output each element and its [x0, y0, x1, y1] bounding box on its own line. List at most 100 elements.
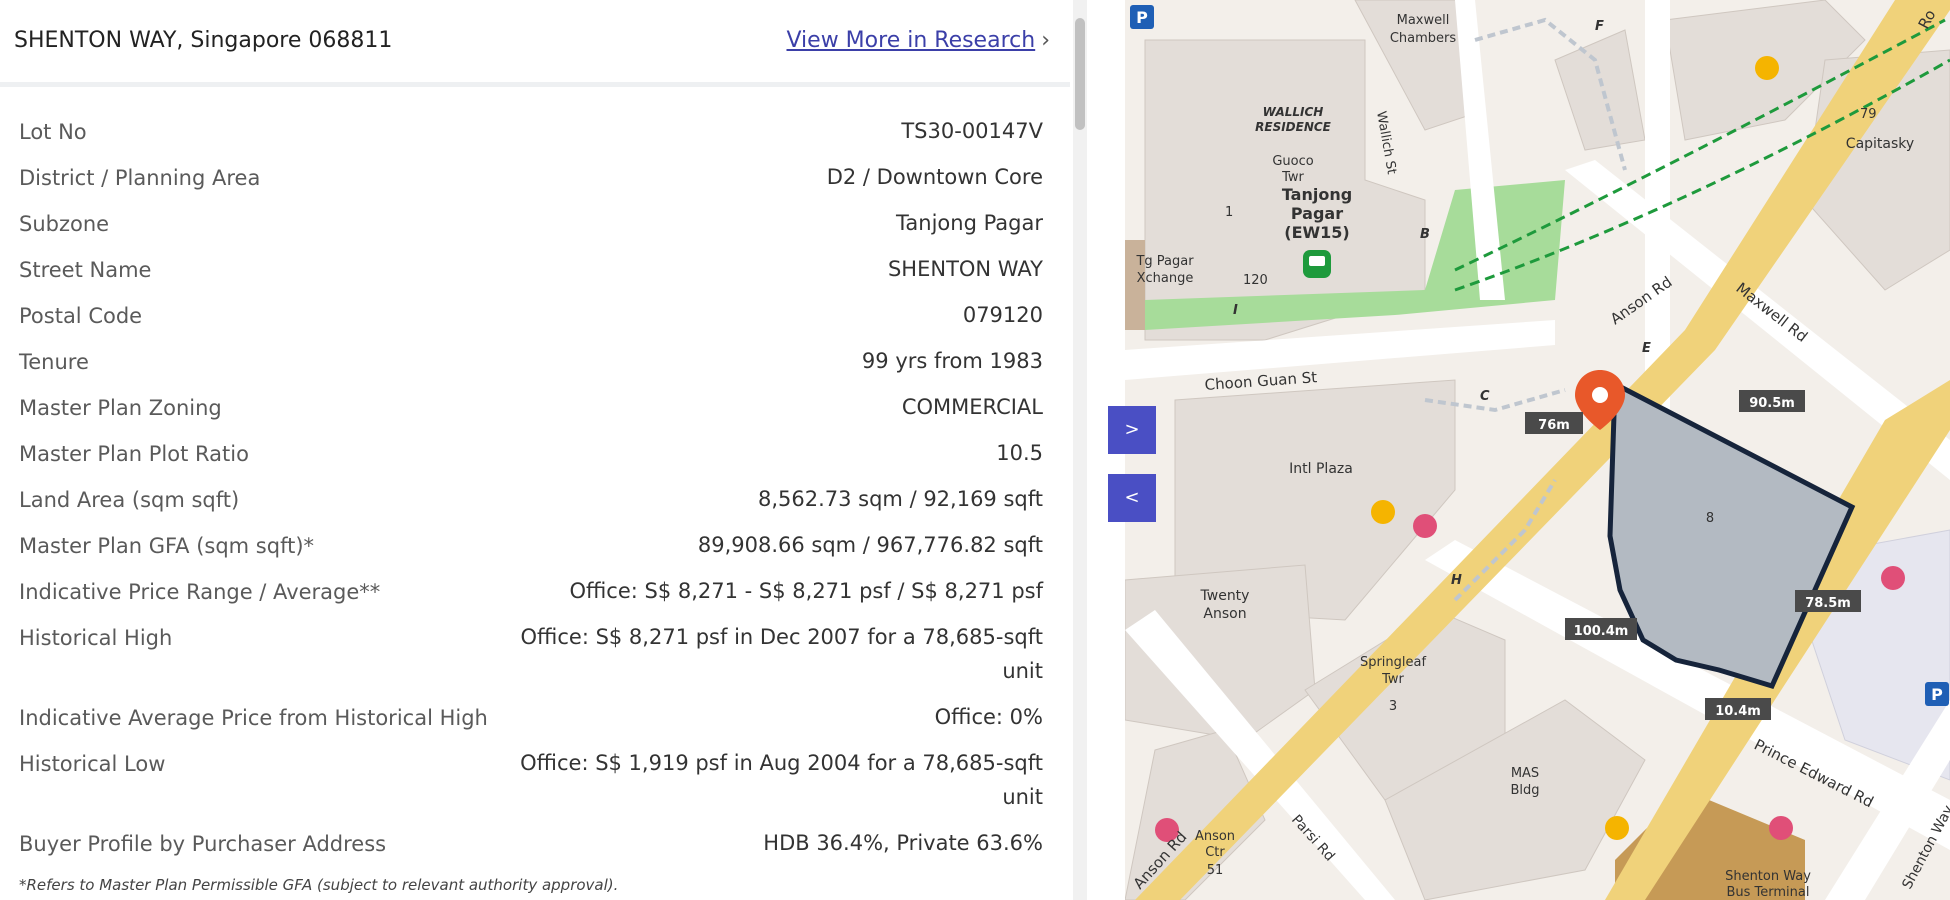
map-label-anson-ctr: Anson [1195, 829, 1235, 844]
view-more-label: View More in Research [786, 28, 1036, 53]
map-label-tanjong-pagar: Tanjong [1282, 185, 1352, 204]
measurement-badge: 10.4m [1705, 698, 1771, 720]
map-canvas: P P 76m 90.5m 78.5m 100.4m 10.4m Maxwell… [1125, 0, 1950, 900]
map-label-number: 120 [1243, 273, 1268, 288]
map-label-bus-terminal: Shenton Way [1725, 869, 1811, 884]
parking-label: P [1136, 8, 1148, 27]
map-label-exit: F [1595, 19, 1604, 34]
view-more-link[interactable]: View More in Research › [786, 28, 1050, 53]
measurement-label: 100.4m [1574, 624, 1629, 639]
detail-value: D2 / Downtown Core [826, 165, 1043, 189]
map-label-twenty-anson: Anson [1203, 606, 1246, 622]
panel-header: SHENTON WAY, Singapore 068811 View More … [0, 0, 1070, 87]
detail-label: Buyer Profile by Purchaser Address [19, 832, 387, 856]
measurement-badge: 76m [1525, 412, 1583, 434]
map-label-maxwell-chambers: Maxwell [1397, 13, 1450, 28]
map-label-exit: I [1233, 303, 1238, 318]
map-label-bus-terminal: Bus Terminal [1726, 885, 1809, 900]
detail-value: Tanjong Pagar [896, 211, 1043, 235]
measurement-badge: 78.5m [1795, 590, 1861, 612]
detail-value-continued: unit [1002, 659, 1043, 683]
measurement-label: 10.4m [1715, 704, 1761, 719]
bus-stop-icon [1413, 514, 1437, 538]
detail-label: Subzone [19, 212, 110, 236]
expand-panel-button[interactable]: > [1108, 406, 1156, 454]
map-label-exit: B [1420, 227, 1430, 242]
parking-icon: P [1130, 5, 1154, 29]
detail-label: Indicative Price Range / Average** [19, 580, 381, 604]
map-label-number: 1 [1225, 205, 1233, 220]
detail-label: Master Plan Plot Ratio [19, 442, 249, 466]
map-label-springleaf: Twr [1381, 672, 1404, 687]
map-label-anson-ctr: Ctr [1205, 845, 1225, 860]
map-label-wallich: RESIDENCE [1255, 120, 1332, 134]
map-label-number: 51 [1207, 863, 1224, 878]
map-label-springleaf: Springleaf [1360, 655, 1427, 670]
detail-label: Land Area (sqm sqft) [19, 488, 240, 512]
measurement-label: 78.5m [1805, 596, 1851, 611]
detail-value: HDB 36.4%, Private 63.6% [763, 831, 1043, 855]
map-label-mas: MAS [1511, 766, 1539, 781]
map-label-tanjong-pagar: (EW15) [1284, 223, 1349, 242]
map-label-tg-pagar-xchange: Xchange [1137, 271, 1194, 286]
map-label-exit: H [1451, 573, 1462, 588]
map-label-guoco: Guoco [1272, 154, 1313, 169]
scrollbar[interactable] [1073, 0, 1087, 900]
measurement-label: 76m [1538, 418, 1570, 433]
map-label-maxwell-chambers: Chambers [1390, 31, 1457, 46]
map-label-guoco: Twr [1281, 170, 1304, 185]
mrt-station-icon [1303, 250, 1331, 278]
detail-label: Master Plan Zoning [19, 396, 222, 420]
detail-label: Historical Low [19, 752, 166, 776]
map-label-intl-plaza: Intl Plaza [1289, 461, 1353, 477]
detail-label: Historical High [19, 626, 173, 650]
detail-value: Office: S$ 8,271 psf in Dec 2007 for a 7… [520, 625, 1043, 649]
parking-label: P [1931, 685, 1943, 704]
map-label-exit: C [1480, 389, 1490, 404]
map-label-exit: E [1642, 341, 1651, 356]
taxi-icon [1755, 56, 1779, 80]
map-label-plot-number: 8 [1706, 511, 1714, 526]
map-label-number: 3 [1389, 699, 1397, 714]
bus-stop-icon [1881, 566, 1905, 590]
measurement-label: 90.5m [1749, 396, 1795, 411]
map-label-tanjong-pagar: Pagar [1291, 204, 1343, 223]
detail-value: 10.5 [996, 441, 1043, 465]
taxi-icon [1371, 500, 1395, 524]
detail-value: 99 yrs from 1983 [861, 349, 1043, 373]
detail-value: Office: S$ 1,919 psf in Aug 2004 for a 7… [520, 751, 1043, 775]
details-panel: SHENTON WAY, Singapore 068811 View More … [0, 0, 1073, 900]
detail-value-continued: unit [1002, 785, 1043, 809]
detail-label: District / Planning Area [19, 166, 261, 190]
detail-value: Office: 0% [934, 705, 1043, 729]
detail-label: Lot No [19, 120, 87, 144]
map-label-capitasky: Capitasky [1846, 136, 1914, 152]
map-label-twenty-anson: Twenty [1200, 588, 1250, 604]
detail-label: Master Plan GFA (sqm sqft)* [19, 534, 315, 558]
map-label-tg-pagar-xchange: Tg Pagar [1135, 254, 1194, 269]
detail-value: 89,908.66 sqm / 967,776.82 sqft [697, 533, 1043, 557]
collapse-panel-button[interactable]: < [1108, 474, 1156, 522]
bus-stop-icon [1769, 816, 1793, 840]
chevron-right-icon: › [1041, 28, 1050, 53]
detail-label: Street Name [19, 258, 152, 282]
map-label-wallich: WALLICH [1263, 105, 1324, 119]
detail-label: Tenure [19, 350, 89, 374]
taxi-icon [1605, 816, 1629, 840]
measurement-badge: 90.5m [1739, 390, 1805, 412]
map-label-mas: Bldg [1510, 783, 1539, 798]
map-view[interactable]: P P 76m 90.5m 78.5m 100.4m 10.4m Maxwell… [1125, 0, 1950, 900]
detail-value: 079120 [962, 303, 1043, 327]
measurement-badge: 100.4m [1565, 618, 1637, 640]
map-label-number: 79 [1860, 107, 1877, 122]
detail-value: SHENTON WAY [887, 257, 1043, 281]
address-title: SHENTON WAY, Singapore 068811 [14, 28, 393, 53]
detail-value: 8,562.73 sqm / 92,169 sqft [757, 487, 1043, 511]
detail-value: COMMERCIAL [901, 395, 1043, 419]
detail-label: Indicative Average Price from Historical… [19, 706, 488, 730]
scrollbar-thumb[interactable] [1075, 18, 1085, 130]
detail-value: Office: S$ 8,271 - S$ 8,271 psf / S$ 8,2… [569, 579, 1043, 603]
footnote: *Refers to Master Plan Permissible GFA (… [19, 876, 619, 894]
parking-icon-east: P [1925, 682, 1949, 706]
detail-label: Postal Code [19, 304, 143, 328]
